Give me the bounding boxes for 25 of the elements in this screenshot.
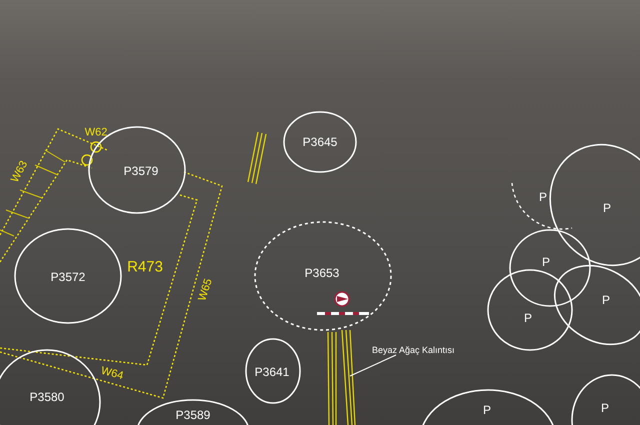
pit-label: P3572 bbox=[50, 271, 86, 283]
wall-label: W62 bbox=[84, 128, 108, 138]
pit-label: P bbox=[542, 256, 550, 268]
leader-line bbox=[350, 354, 396, 376]
annotation-label: Beyaz Ağaç Kalıntısı bbox=[372, 346, 455, 355]
pit-label: P3589 bbox=[176, 409, 210, 421]
pit-label: P3641 bbox=[254, 366, 290, 378]
pit-label: P bbox=[602, 294, 610, 306]
pit-label: P bbox=[483, 404, 491, 416]
pit-label: P3580 bbox=[30, 391, 64, 403]
scale-bar bbox=[317, 312, 369, 315]
post-hole-outline bbox=[90, 141, 102, 153]
pit-label: P3653 bbox=[304, 267, 340, 279]
wall-label: W63 bbox=[10, 159, 30, 185]
wall-label: W65 bbox=[197, 278, 215, 302]
room-label: R473 bbox=[127, 260, 163, 274]
post-hole-outline bbox=[81, 154, 93, 166]
wood-remains-drawing bbox=[247, 132, 267, 184]
pit-label: P bbox=[524, 312, 532, 324]
pit-label: P bbox=[539, 191, 547, 203]
pit-label: P3645 bbox=[302, 136, 338, 148]
pit-label: P3579 bbox=[124, 165, 158, 177]
pit-label: P bbox=[601, 402, 609, 414]
pit-label: P bbox=[603, 202, 611, 214]
wall-label: W64 bbox=[100, 366, 124, 382]
